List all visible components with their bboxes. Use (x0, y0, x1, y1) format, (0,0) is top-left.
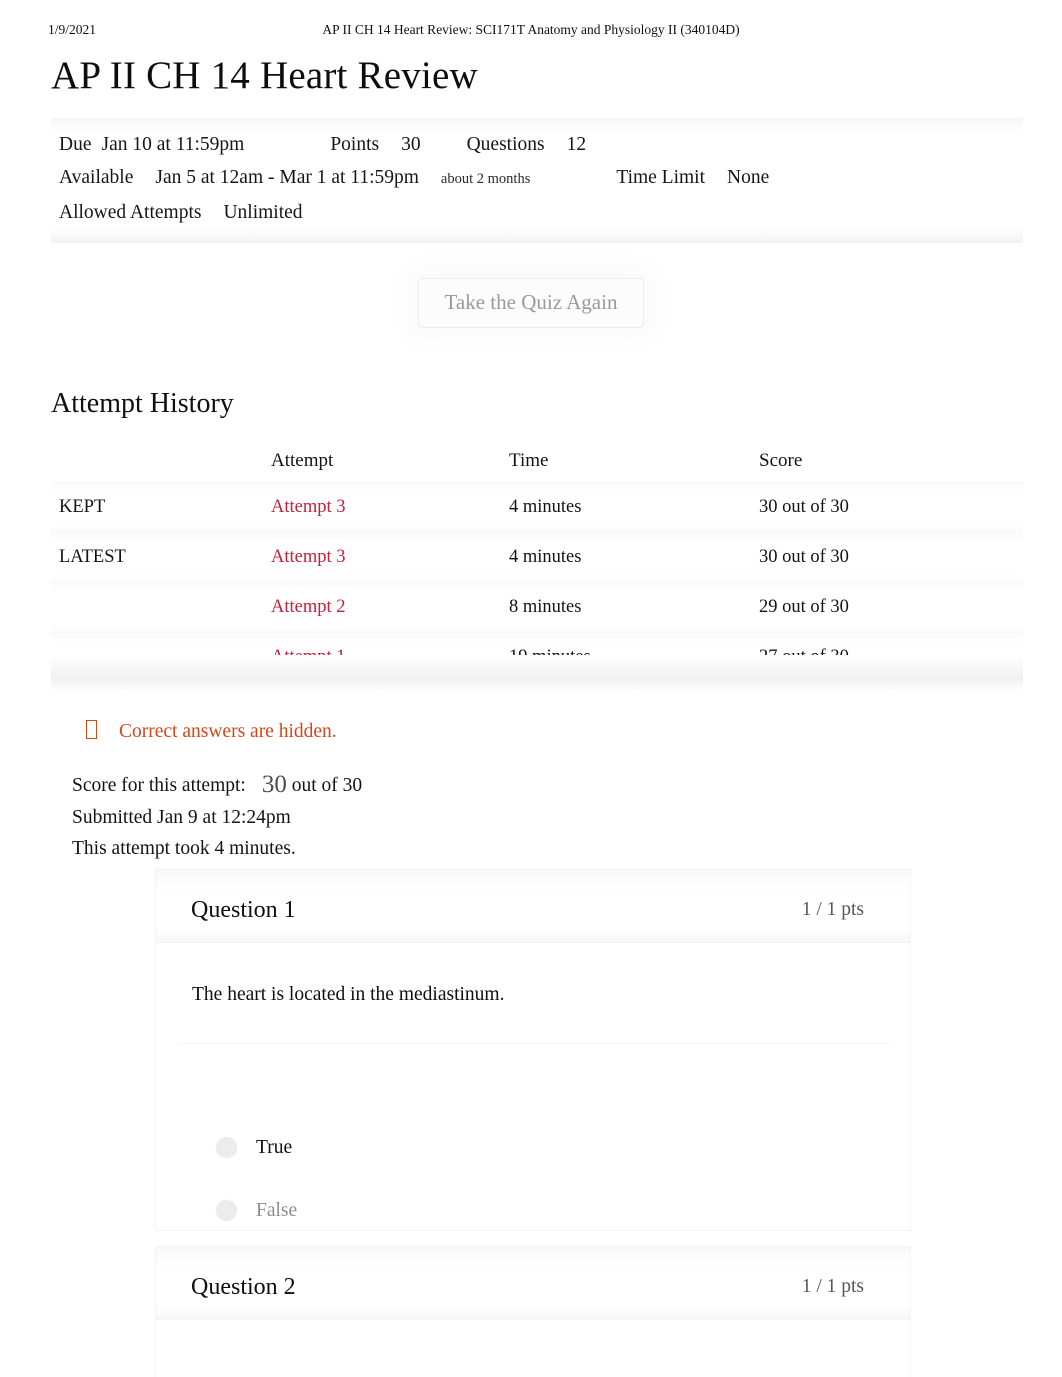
duration-line: This attempt took 4 minutes. (72, 838, 296, 859)
score-summary: Score for this attempt: 30 out of 30 Subm… (72, 769, 362, 865)
due-label: Due (59, 134, 92, 155)
page-title: AP II CH 14 Heart Review (51, 54, 478, 97)
quiz-meta-row-available: Available Jan 5 at 12am - Mar 1 at 11:59p… (51, 161, 1023, 196)
attempt-score: 30 out of 30 (759, 482, 1023, 533)
allowed-attempts-value: Unlimited (223, 202, 303, 223)
question-card-2: Question 2 1 / 1 pts (155, 1246, 911, 1377)
attempt-history-title: Attempt History (51, 388, 234, 419)
quiz-meta-row-attempts: Allowed Attempts Unlimited (51, 196, 1023, 229)
radio-icon[interactable] (216, 1200, 237, 1221)
due-value: Jan 10 at 11:59pm (101, 134, 245, 155)
submitted-line: Submitted Jan 9 at 12:24pm (72, 806, 291, 828)
table-row: Attempt 2 8 minutes 29 out of 30 (51, 582, 1023, 633)
time-limit-value: None (727, 167, 770, 188)
question-1-text: The heart is located in the mediastinum. (192, 984, 505, 1005)
quiz-meta-row-due: Due Jan 10 at 11:59pm Points 30 Questions 12 (51, 128, 1023, 161)
score-label: Score for this attempt: (72, 775, 246, 796)
questions-value: 12 (566, 134, 587, 155)
info-icon (86, 720, 97, 739)
answer-label-false: False (256, 1200, 298, 1221)
attempt-time: 4 minutes (509, 532, 759, 583)
hidden-answers-notice-text: Correct answers are hidden. (119, 721, 337, 742)
question-1-title: Question 1 (191, 897, 296, 923)
points-value: 30 (401, 134, 421, 155)
print-header: 1/9/2021 AP II CH 14 Heart Review: SCI17… (0, 22, 1062, 42)
available-label: Available (59, 167, 134, 188)
table-row: LATEST Attempt 3 4 minutes 30 out of 30 (51, 532, 1023, 583)
available-value: Jan 5 at 12am - Mar 1 at 11:59pm (155, 167, 419, 188)
column-header-score: Score (759, 450, 803, 471)
column-header-marker (51, 446, 271, 483)
radio-icon[interactable] (216, 1137, 237, 1158)
answer-divider (178, 1043, 890, 1044)
hidden-answers-notice: Correct answers are hidden. (86, 720, 337, 743)
score-line: Score for this attempt: 30 out of 30 (72, 769, 362, 802)
score-out-of: out of 30 (291, 775, 363, 796)
answer-option-false[interactable]: False (216, 1200, 297, 1228)
time-limit-label: Time Limit (616, 167, 706, 188)
table-header-row: Attempt Time Score (51, 446, 1023, 483)
take-quiz-again-button[interactable]: Take the Quiz Again (417, 278, 645, 329)
questions-label: Questions (466, 134, 545, 155)
attempt-history-footer (51, 655, 1023, 691)
attempt-link[interactable]: Attempt 3 (271, 547, 346, 567)
column-header-time: Time (509, 450, 549, 471)
available-duration: about 2 months (440, 171, 531, 187)
attempt-score: 29 out of 30 (759, 582, 1023, 633)
attempt-score: 30 out of 30 (759, 532, 1023, 583)
attempt-time: 8 minutes (509, 582, 759, 633)
quiz-meta-band: Due Jan 10 at 11:59pm Points 30 Questions 12 … (51, 118, 1023, 243)
allowed-attempts-label: Allowed Attempts (59, 202, 202, 223)
points-label: Points (330, 134, 380, 155)
attempt-link[interactable]: Attempt 2 (271, 597, 346, 617)
attempt-time: 4 minutes (509, 482, 759, 533)
retake-button-container: Take the Quiz Again (0, 278, 1062, 329)
answer-option-true[interactable]: True (216, 1137, 292, 1165)
column-header-attempt: Attempt (271, 450, 334, 471)
question-card-1: Question 1 1 / 1 pts The heart is locate… (155, 869, 911, 1231)
score-value: 30 (261, 771, 287, 798)
attempt-marker: LATEST (51, 532, 271, 583)
attempt-marker (51, 582, 271, 633)
attempt-link[interactable]: Attempt 3 (271, 497, 346, 517)
table-row: KEPT Attempt 3 4 minutes 30 out of 30 (51, 482, 1023, 533)
answer-label-true: True (256, 1137, 293, 1158)
attempt-history-table: Attempt Time Score KEPT Attempt 3 4 minu… (51, 446, 1023, 683)
print-doc-title: AP II CH 14 Heart Review: SCI171T Anatom… (322, 22, 740, 37)
attempt-marker: KEPT (51, 482, 271, 533)
question-2-points: 1 / 1 pts (801, 1276, 864, 1297)
question-1-points: 1 / 1 pts (801, 899, 864, 920)
question-1-header: Question 1 1 / 1 pts (156, 870, 910, 943)
question-2-title: Question 2 (191, 1274, 296, 1300)
question-2-header: Question 2 1 / 1 pts (156, 1247, 910, 1320)
